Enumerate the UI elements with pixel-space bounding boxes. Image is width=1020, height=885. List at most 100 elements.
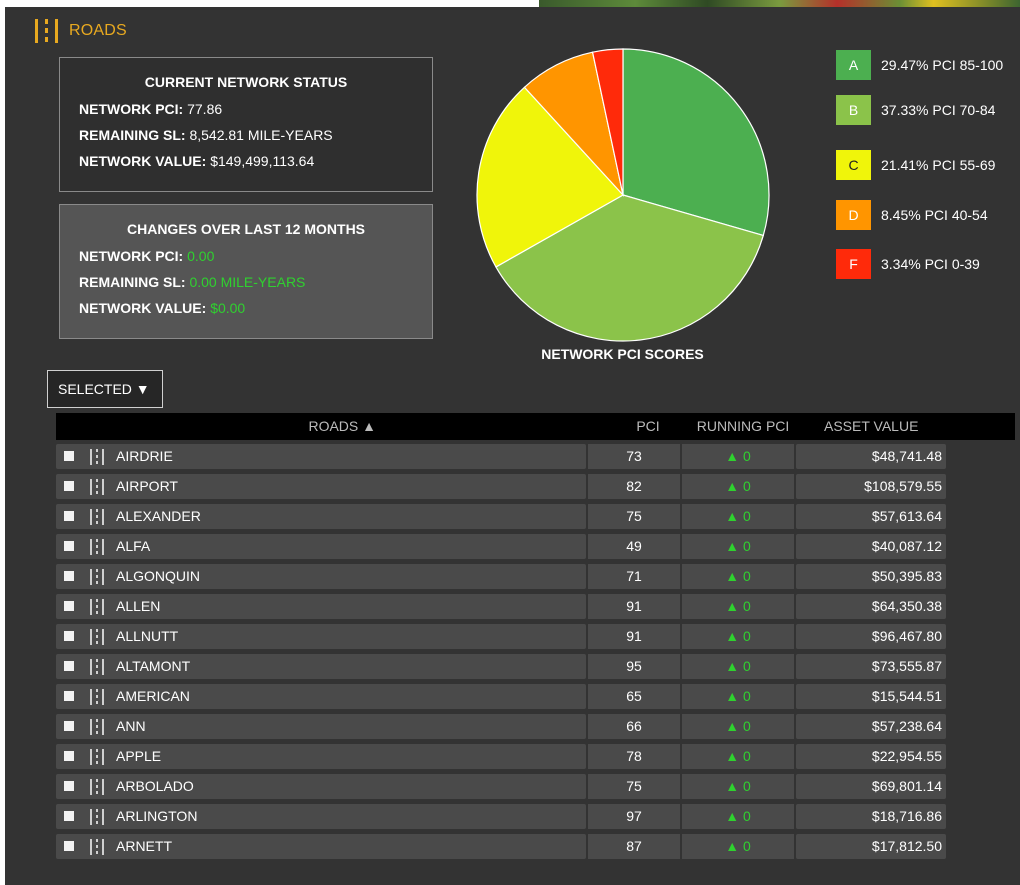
road-icon bbox=[35, 19, 65, 43]
table-row[interactable]: AIRPORT 82 ▲ 0 $108,579.55 bbox=[56, 472, 1015, 502]
table-row[interactable]: AMERICAN 65 ▲ 0 $15,544.51 bbox=[56, 682, 1015, 712]
roads-table-body: AIRDRIE 73 ▲ 0 $48,741.48 AIRPORT 82 ▲ 0 $108,5… bbox=[56, 442, 1015, 865]
asset-value-cell: $50,395.83 bbox=[796, 564, 946, 589]
change-value-value: $0.00 bbox=[210, 300, 246, 316]
pci-cell: 75 bbox=[588, 504, 680, 529]
road-name-cell: AIRPORT bbox=[56, 474, 586, 499]
asset-value-cell: $57,238.64 bbox=[796, 714, 946, 739]
pci-cell: 87 bbox=[588, 834, 680, 859]
running-pci-column-header[interactable]: RUNNING PCI bbox=[688, 413, 798, 440]
pci-cell: 73 bbox=[588, 444, 680, 469]
roads-table-header: ROADS ▲ PCI RUNNING PCI ASSET VALUE bbox=[56, 413, 1015, 440]
row-checkbox[interactable] bbox=[64, 661, 74, 671]
table-row[interactable]: ARNETT 87 ▲ 0 $17,812.50 bbox=[56, 832, 1015, 862]
network-value-label: NETWORK VALUE: bbox=[79, 153, 207, 169]
road-icon bbox=[90, 719, 104, 735]
table-row[interactable]: ALEXANDER 75 ▲ 0 $57,613.64 bbox=[56, 502, 1015, 532]
change-pci-value: 0.00 bbox=[187, 248, 215, 264]
row-checkbox[interactable] bbox=[64, 811, 74, 821]
row-checkbox[interactable] bbox=[64, 691, 74, 701]
asset-value-cell: $17,812.50 bbox=[796, 834, 946, 859]
running-pci-cell: ▲ 0 bbox=[682, 834, 794, 859]
running-pci-cell: ▲ 0 bbox=[682, 654, 794, 679]
running-pci-cell: ▲ 0 bbox=[682, 474, 794, 499]
roads-column-header[interactable]: ROADS ▲ bbox=[286, 413, 376, 440]
row-checkbox[interactable] bbox=[64, 721, 74, 731]
road-icon bbox=[90, 599, 104, 615]
row-checkbox[interactable] bbox=[64, 571, 74, 581]
road-name-cell: AMERICAN bbox=[56, 684, 586, 709]
table-row[interactable]: ALLNUTT 91 ▲ 0 $96,467.80 bbox=[56, 622, 1015, 652]
remaining-sl-label: REMAINING SL: bbox=[79, 127, 186, 143]
asset-value-cell: $64,350.38 bbox=[796, 594, 946, 619]
selection-filter-dropdown[interactable]: SELECTED ▼ bbox=[47, 370, 163, 408]
table-row[interactable]: AIRDRIE 73 ▲ 0 $48,741.48 bbox=[56, 442, 1015, 472]
panel-title: ROADS bbox=[69, 22, 127, 39]
row-checkbox[interactable] bbox=[64, 601, 74, 611]
road-name: ANN bbox=[116, 718, 146, 734]
pci-column-header[interactable]: PCI bbox=[623, 413, 673, 440]
table-row[interactable]: ALGONQUIN 71 ▲ 0 $50,395.83 bbox=[56, 562, 1015, 592]
asset-value-cell: $15,544.51 bbox=[796, 684, 946, 709]
change-pci-label: NETWORK PCI: bbox=[79, 248, 184, 264]
road-icon bbox=[90, 779, 104, 795]
row-checkbox[interactable] bbox=[64, 781, 74, 791]
pie-chart-title: NETWORK PCI SCORES bbox=[541, 346, 704, 362]
running-pci-cell: ▲ 0 bbox=[682, 624, 794, 649]
road-name: ARBOLADO bbox=[116, 778, 194, 794]
road-name: APPLE bbox=[116, 748, 162, 764]
row-checkbox[interactable] bbox=[64, 481, 74, 491]
road-name: ARNETT bbox=[116, 838, 172, 854]
pci-cell: 91 bbox=[588, 594, 680, 619]
pci-cell: 97 bbox=[588, 804, 680, 829]
pci-cell: 78 bbox=[588, 744, 680, 769]
road-icon bbox=[90, 659, 104, 675]
road-name: AIRDRIE bbox=[116, 448, 173, 464]
running-pci-cell: ▲ 0 bbox=[682, 444, 794, 469]
network-pci-value: 77.86 bbox=[187, 101, 223, 117]
road-name: AMERICAN bbox=[116, 688, 190, 704]
legend-label-f: 3.34% PCI 0-39 bbox=[881, 256, 980, 272]
table-row[interactable]: ALTAMONT 95 ▲ 0 $73,555.87 bbox=[56, 652, 1015, 682]
asset-value-cell: $57,613.64 bbox=[796, 504, 946, 529]
remaining-sl-line: REMAINING SL: 8,542.81 MILE-YEARS bbox=[79, 122, 432, 148]
table-row[interactable]: ALLEN 91 ▲ 0 $64,350.38 bbox=[56, 592, 1015, 622]
legend-label-a: 29.47% PCI 85-100 bbox=[881, 57, 1004, 73]
road-icon bbox=[90, 449, 104, 465]
table-row[interactable]: ANN 66 ▲ 0 $57,238.64 bbox=[56, 712, 1015, 742]
network-pci-line: NETWORK PCI: 77.86 bbox=[79, 96, 432, 122]
asset-value-cell: $73,555.87 bbox=[796, 654, 946, 679]
changes-title: CHANGES OVER LAST 12 MONTHS bbox=[126, 221, 366, 237]
road-name-cell: ANN bbox=[56, 714, 586, 739]
row-checkbox[interactable] bbox=[64, 631, 74, 641]
network-pci-label: NETWORK PCI: bbox=[79, 101, 184, 117]
pci-cell: 91 bbox=[588, 624, 680, 649]
asset-value-column-header[interactable]: ASSET VALUE bbox=[824, 413, 918, 440]
asset-value-cell: $69,801.14 bbox=[796, 774, 946, 799]
row-checkbox[interactable] bbox=[64, 511, 74, 521]
row-checkbox[interactable] bbox=[64, 751, 74, 761]
change-value-label: NETWORK VALUE: bbox=[79, 300, 207, 316]
running-pci-cell: ▲ 0 bbox=[682, 714, 794, 739]
table-row[interactable]: ALFA 49 ▲ 0 $40,087.12 bbox=[56, 532, 1015, 562]
road-name-cell: ARBOLADO bbox=[56, 774, 586, 799]
row-checkbox[interactable] bbox=[64, 841, 74, 851]
asset-value-cell: $40,087.12 bbox=[796, 534, 946, 559]
network-value-line: NETWORK VALUE: $149,499,113.64 bbox=[79, 148, 432, 174]
road-name-cell: ALGONQUIN bbox=[56, 564, 586, 589]
pci-cell: 65 bbox=[588, 684, 680, 709]
road-name-cell: ALEXANDER bbox=[56, 504, 586, 529]
table-row[interactable]: ARLINGTON 97 ▲ 0 $18,716.86 bbox=[56, 802, 1015, 832]
table-row[interactable]: ARBOLADO 75 ▲ 0 $69,801.14 bbox=[56, 772, 1015, 802]
road-icon bbox=[90, 839, 104, 855]
road-name-cell: ALLEN bbox=[56, 594, 586, 619]
pci-cell: 75 bbox=[588, 774, 680, 799]
map-preview-strip bbox=[539, 0, 1020, 7]
table-row[interactable]: APPLE 78 ▲ 0 $22,954.55 bbox=[56, 742, 1015, 772]
asset-value-cell: $48,741.48 bbox=[796, 444, 946, 469]
road-name: ALGONQUIN bbox=[116, 568, 201, 584]
pci-cell: 71 bbox=[588, 564, 680, 589]
row-checkbox[interactable] bbox=[64, 451, 74, 461]
pci-cell: 66 bbox=[588, 714, 680, 739]
row-checkbox[interactable] bbox=[64, 541, 74, 551]
